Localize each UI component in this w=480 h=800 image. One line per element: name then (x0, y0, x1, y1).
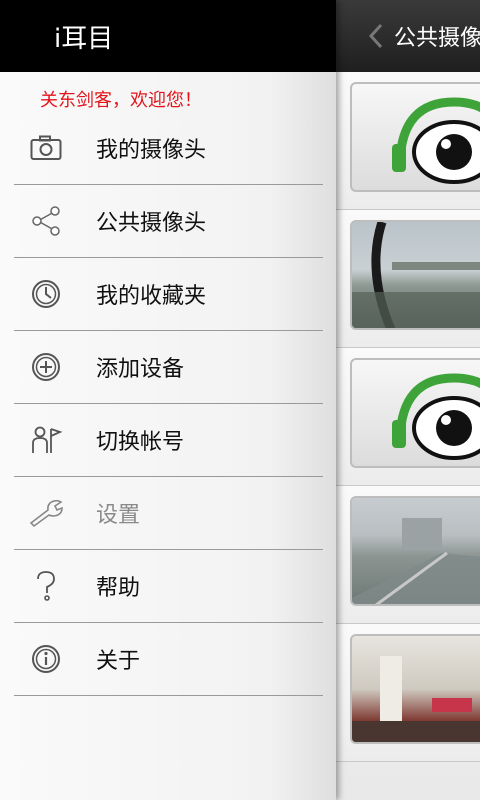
question-icon (28, 568, 64, 604)
drawer-header: i耳目 (0, 0, 336, 72)
menu-item-help[interactable]: 帮助 (14, 550, 323, 623)
menu-item-label: 关于 (96, 649, 141, 674)
app-title: i耳目 (54, 23, 114, 54)
menu-item-label: 公共摄像头 (96, 211, 207, 236)
menu-item-label: 我的摄像头 (96, 138, 207, 163)
menu-item-public-cameras[interactable]: 公共摄像头 (14, 185, 323, 258)
camera-list (336, 72, 480, 762)
public-cameras-panel: 公共摄像头 (336, 0, 480, 800)
menu-item-label: 我的收藏夹 (96, 284, 207, 309)
menu-item-my-cameras[interactable]: 我的摄像头 (14, 112, 323, 185)
content-title: 公共摄像头 (394, 26, 480, 51)
camera-thumbnail-road[interactable] (350, 496, 480, 606)
menu-item-add-device[interactable]: 添加设备 (14, 331, 323, 404)
menu-item-label: 切换帐号 (96, 430, 185, 455)
camera-thumbnail-lobby[interactable] (350, 634, 480, 744)
camera-row[interactable] (336, 72, 480, 210)
add-circle-icon (28, 349, 64, 385)
menu-item-label: 添加设备 (96, 357, 185, 382)
drawer-menu: 我的摄像头 公共摄像头 我的收藏夹 添加设备 切换帐号 设置 帮助 关于 (14, 112, 323, 696)
status-bar (0, 0, 336, 4)
welcome-message: 关东剑客，欢迎您！ (40, 90, 202, 111)
camera-row[interactable] (336, 624, 480, 762)
menu-item-settings[interactable]: 设置 (14, 477, 323, 550)
back-chevron-icon[interactable] (368, 0, 384, 72)
menu-item-switch-account[interactable]: 切换帐号 (14, 404, 323, 477)
menu-item-about[interactable]: 关于 (14, 623, 323, 696)
switch-account-icon (28, 422, 64, 458)
camera-icon (28, 130, 64, 166)
menu-item-label: 设置 (96, 503, 141, 528)
content-header: 公共摄像头 (336, 0, 480, 72)
camera-thumbnail-city[interactable] (350, 220, 480, 330)
camera-thumbnail-logo[interactable] (350, 82, 480, 192)
share-icon (28, 203, 64, 239)
info-icon (28, 641, 64, 677)
camera-row[interactable] (336, 486, 480, 624)
wrench-icon (28, 495, 64, 531)
menu-item-label: 帮助 (96, 576, 141, 601)
camera-row[interactable] (336, 348, 480, 486)
clock-icon (28, 276, 64, 312)
camera-row[interactable] (336, 210, 480, 348)
navigation-drawer: i耳目 关东剑客，欢迎您！ 我的摄像头 公共摄像头 我的收藏夹 添加设备 切换帐… (0, 0, 336, 800)
camera-thumbnail-logo[interactable] (350, 358, 480, 468)
menu-item-favorites[interactable]: 我的收藏夹 (14, 258, 323, 331)
